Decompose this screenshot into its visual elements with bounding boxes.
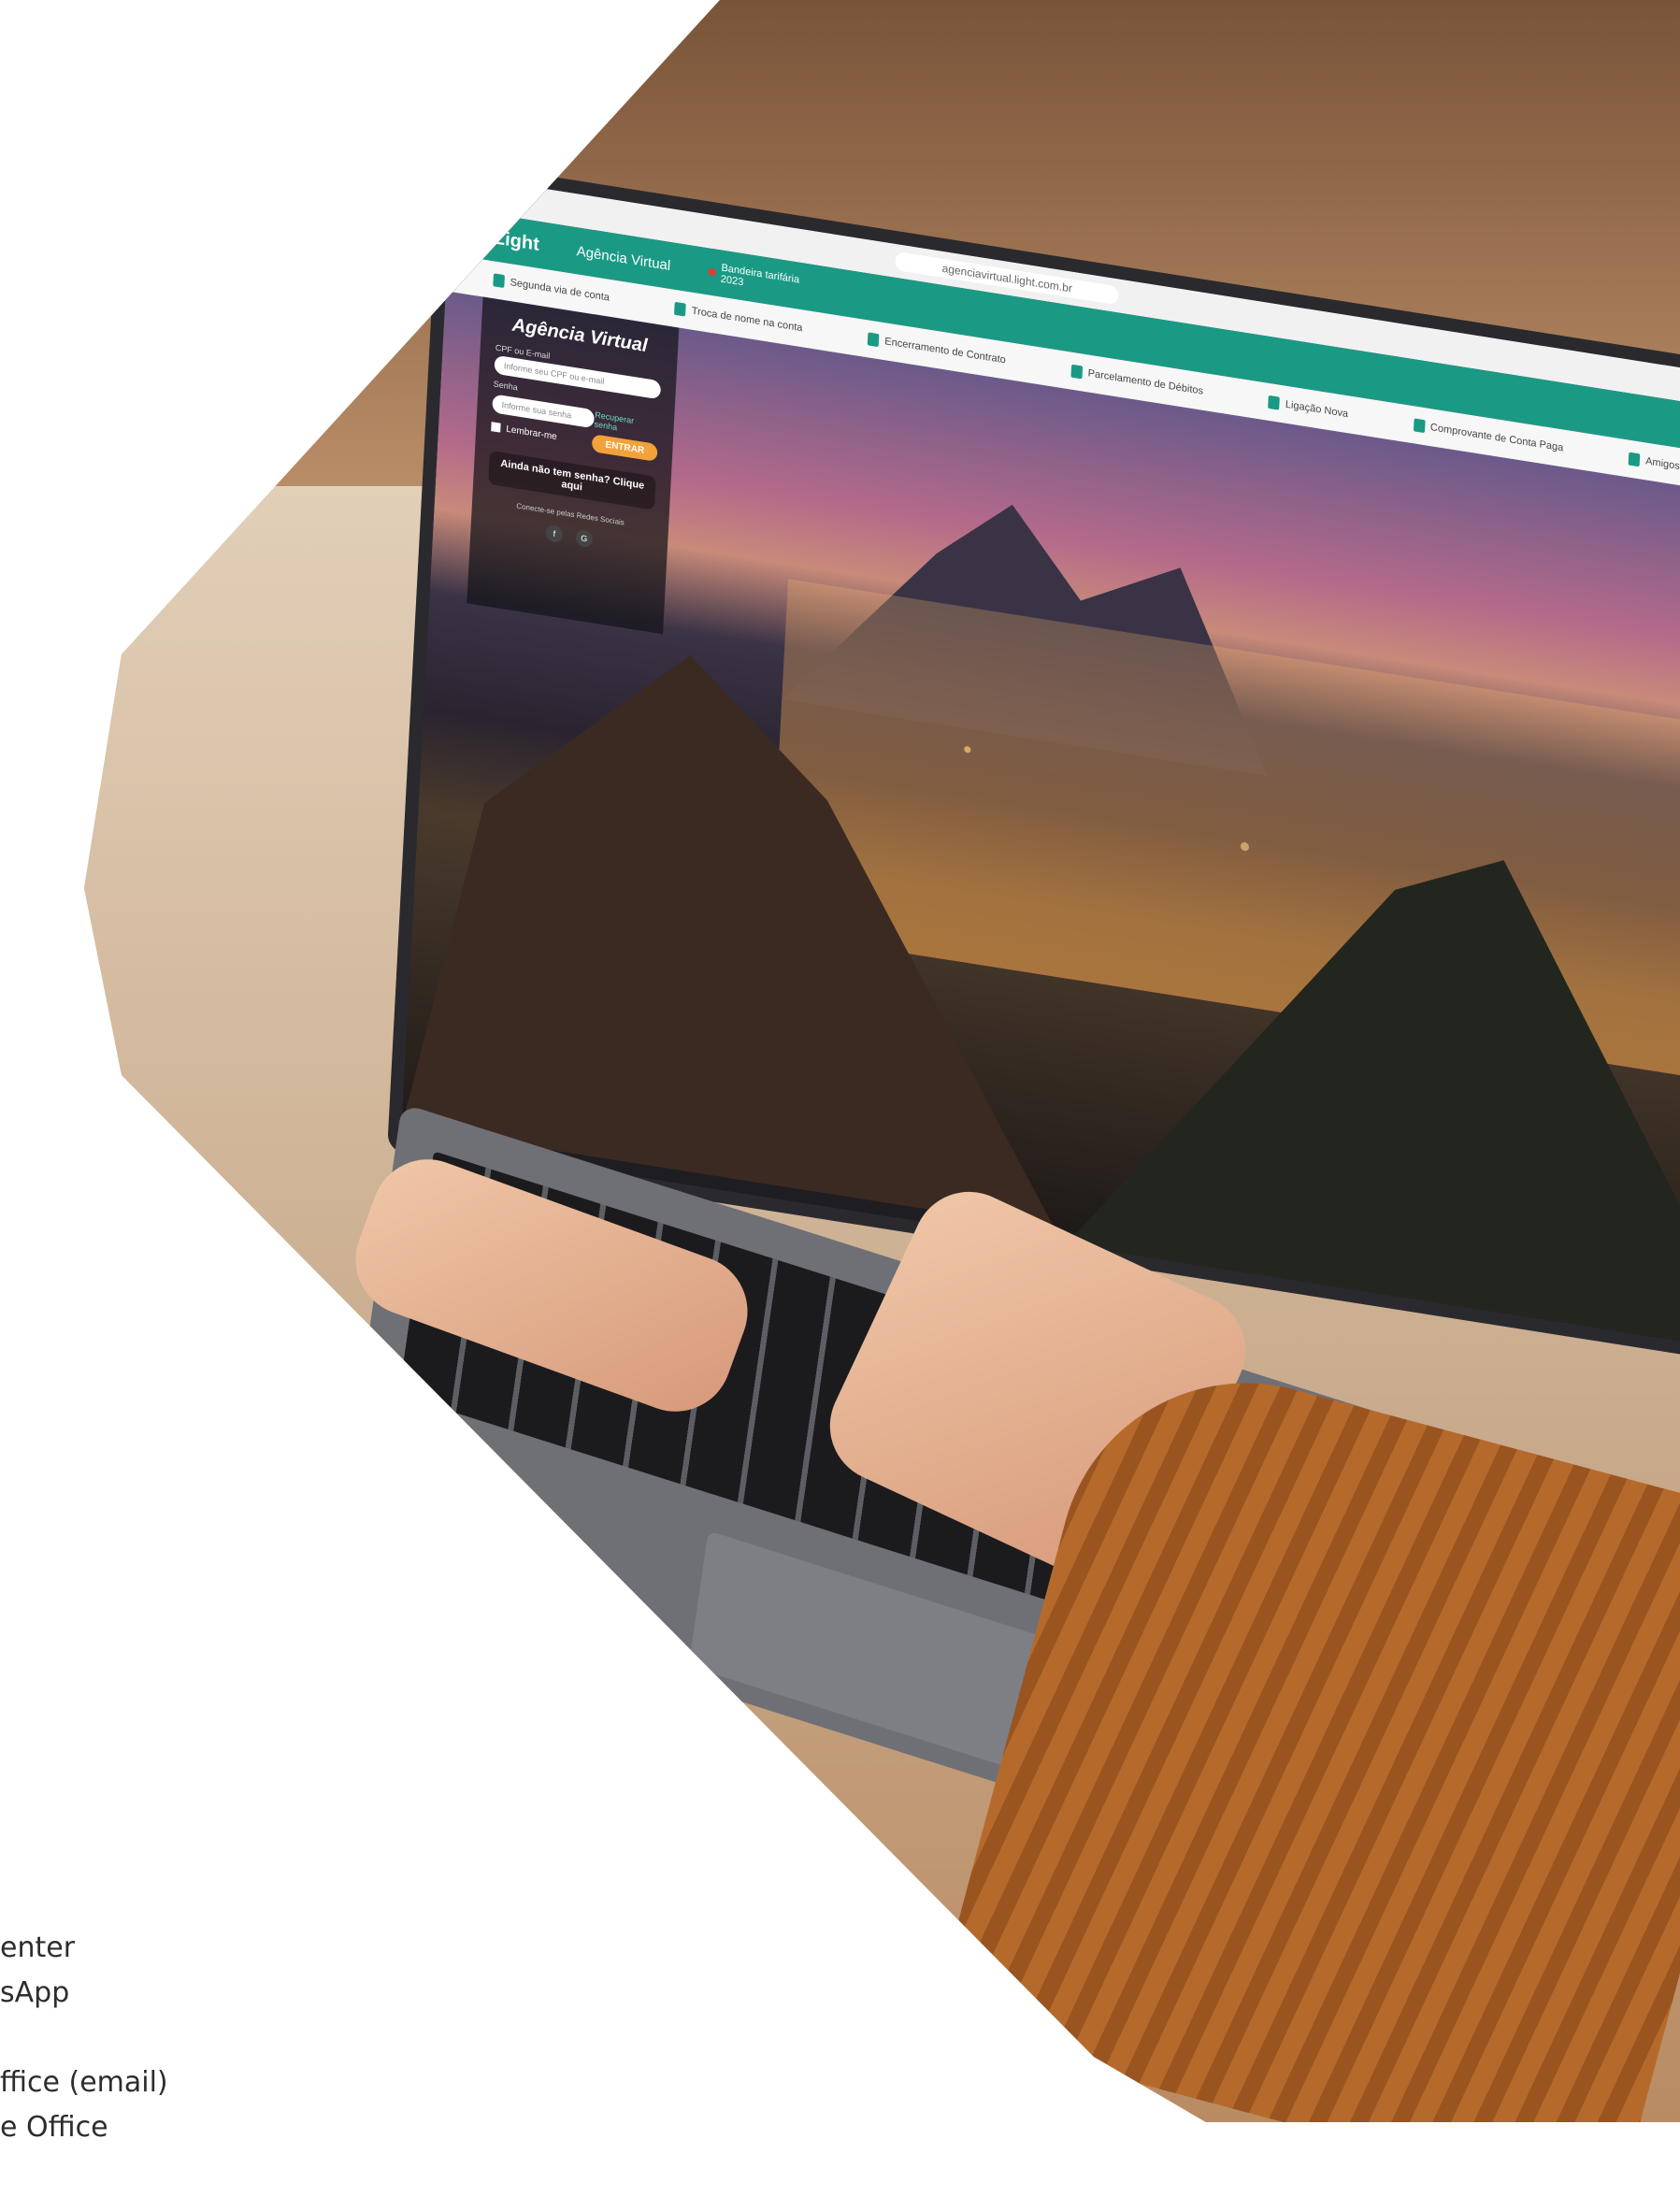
recover-password-link[interactable]: Recuperar senha <box>594 410 659 439</box>
list-item: e Office <box>0 2111 108 2144</box>
back-icon[interactable]: ‹ <box>466 187 470 201</box>
remember-me[interactable]: Lembrar-me <box>491 422 557 442</box>
document-icon <box>493 273 505 289</box>
hero-photo: ‹ › ↻ agenciavirtual.light.com.br ⚡ Ligh… <box>84 0 1680 2122</box>
list-item: sApp <box>0 1976 70 2009</box>
facebook-icon[interactable]: f <box>545 524 564 544</box>
channels-list: enter sApp ffice (email) e Office <box>0 1926 168 2150</box>
list-item: ffice (email) <box>0 2066 168 2099</box>
calculator-icon <box>1070 364 1084 380</box>
nav-item-segunda-via[interactable]: Segunda via de conta <box>493 273 610 304</box>
light-logo-icon: ⚡ <box>461 219 489 251</box>
enter-button[interactable]: ENTRAR <box>592 434 658 463</box>
plug-icon <box>1268 395 1281 410</box>
forward-icon[interactable]: › <box>482 189 487 203</box>
google-icon[interactable]: G <box>575 528 594 549</box>
document-icon <box>867 332 880 348</box>
receipt-icon <box>1413 418 1426 434</box>
pin-icon <box>1628 452 1641 467</box>
user-icon <box>674 301 687 317</box>
alert-dot-icon <box>707 267 716 277</box>
light-logo[interactable]: ⚡ Light <box>461 219 539 258</box>
remember-checkbox[interactable] <box>491 422 501 434</box>
nav-item-amigos[interactable]: Amigos <box>1628 452 1680 474</box>
agencia-virtual-link[interactable]: Agência Virtual <box>576 243 670 274</box>
login-panel: Agência Virtual CPF ou E-mail Informe se… <box>467 296 680 635</box>
list-item: enter <box>0 1931 76 1964</box>
nav-item-ligacao-nova[interactable]: Ligação Nova <box>1268 395 1349 421</box>
reload-icon[interactable]: ↻ <box>499 192 510 206</box>
tariff-flag-alert[interactable]: Bandeira tarifária 2023 <box>707 260 799 296</box>
list-item <box>0 2016 168 2060</box>
